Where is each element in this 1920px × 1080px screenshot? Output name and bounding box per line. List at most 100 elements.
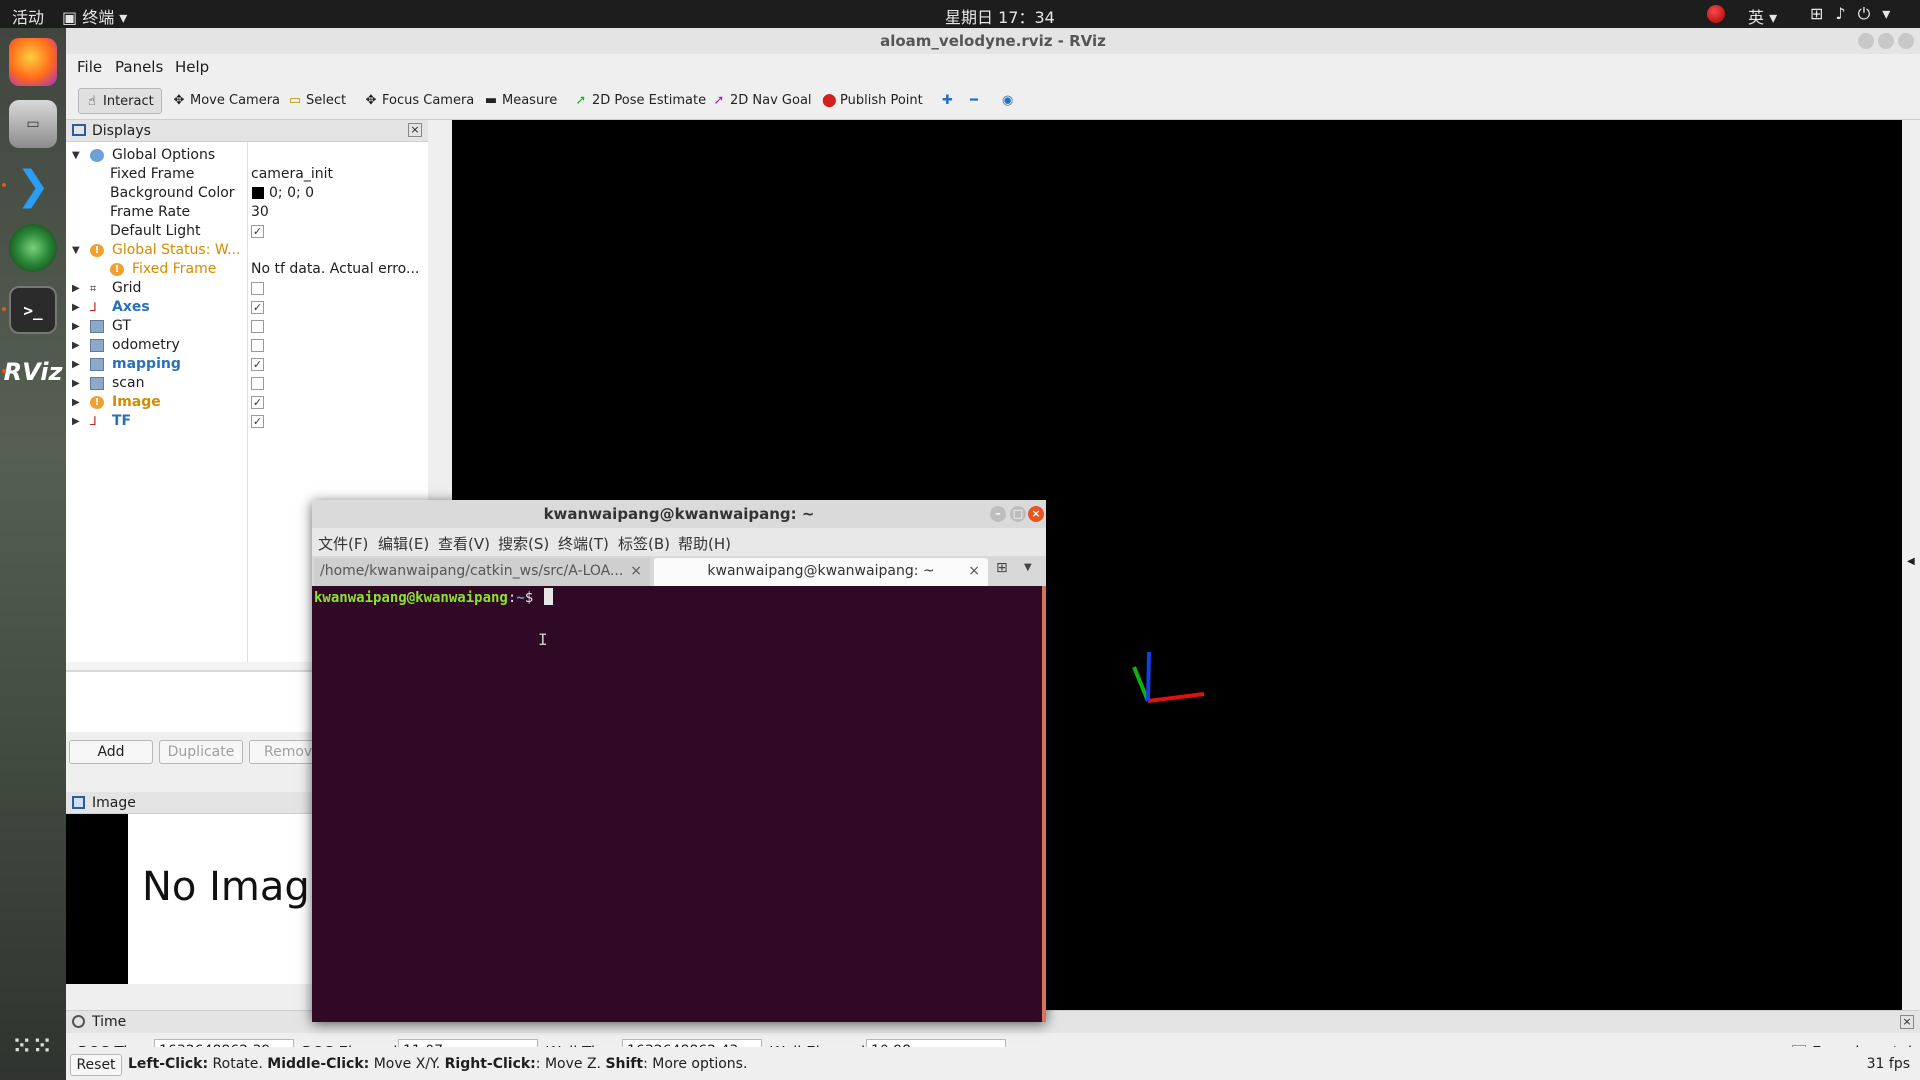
display-checkbox[interactable] bbox=[251, 377, 264, 390]
menu-help[interactable]: Help bbox=[175, 58, 209, 76]
measure-tool[interactable]: ▬ Measure bbox=[478, 88, 563, 114]
activities-button[interactable]: 活动 bbox=[12, 4, 44, 28]
menu-edit[interactable]: 编辑(E) bbox=[378, 533, 429, 554]
tree-row-axes[interactable]: ▶ ⅃ Axes ✓ bbox=[66, 298, 428, 317]
add-tool-icon[interactable]: ✚ bbox=[936, 88, 959, 114]
property-value[interactable]: 30 bbox=[251, 203, 421, 222]
tool-properties-icon[interactable]: ◉ bbox=[996, 88, 1019, 114]
tree-row-scan[interactable]: ▶ scan bbox=[66, 374, 428, 393]
display-checkbox[interactable]: ✓ bbox=[251, 301, 264, 314]
show-applications-icon[interactable]: ⁙⁙ bbox=[9, 1022, 57, 1070]
expand-arrow-icon[interactable]: ▼ bbox=[72, 146, 82, 165]
tree-row-tf[interactable]: ▶ ⅃ TF ✓ bbox=[66, 412, 428, 431]
rviz-titlebar[interactable]: aloam_velodyne.rviz - RViz bbox=[66, 28, 1920, 54]
expand-arrow-icon[interactable]: ▼ bbox=[72, 241, 82, 260]
select-tool[interactable]: ▭ Select bbox=[282, 88, 352, 114]
default-light-checkbox[interactable]: ✓ bbox=[251, 225, 264, 238]
expand-arrow-icon[interactable]: ▶ bbox=[72, 279, 82, 298]
expand-arrow-icon[interactable]: ▶ bbox=[72, 298, 82, 317]
expand-arrow-icon[interactable]: ▶ bbox=[72, 393, 82, 412]
menu-search[interactable]: 搜索(S) bbox=[498, 533, 549, 554]
expand-arrow-icon[interactable]: ▶ bbox=[72, 336, 82, 355]
help-left-click: Left-Click: bbox=[128, 1056, 209, 1072]
tree-row-global-status[interactable]: ▼ ! Global Status: W... bbox=[66, 241, 428, 260]
nav-goal-tool[interactable]: ➚ 2D Nav Goal bbox=[706, 88, 818, 114]
system-status-menu[interactable]: ⊞♪⏻▾ bbox=[1810, 4, 1902, 24]
maximize-icon[interactable]: □ bbox=[1010, 506, 1026, 522]
camera-app-icon[interactable] bbox=[9, 224, 57, 272]
vscode-icon[interactable]: ❯ bbox=[9, 162, 57, 210]
terminal-titlebar[interactable]: kwanwaipang@kwanwaipang: ~ – □ × bbox=[312, 500, 1046, 528]
tree-row-odometry[interactable]: ▶ odometry bbox=[66, 336, 428, 355]
expand-arrow-icon[interactable]: ▶ bbox=[72, 355, 82, 374]
file-manager-icon[interactable]: ▭ bbox=[9, 100, 57, 148]
maximize-icon[interactable] bbox=[1878, 33, 1894, 49]
duplicate-button[interactable]: Duplicate bbox=[159, 740, 243, 764]
tree-row-grid[interactable]: ▶ ⌗ Grid bbox=[66, 279, 428, 298]
y-axis-line bbox=[1132, 666, 1150, 702]
display-checkbox[interactable]: ✓ bbox=[251, 358, 264, 371]
display-checkbox[interactable] bbox=[251, 320, 264, 333]
tab-close-icon[interactable]: × bbox=[968, 558, 980, 584]
close-icon[interactable] bbox=[1898, 33, 1914, 49]
terminal-icon[interactable]: >_ bbox=[9, 286, 57, 334]
rviz-icon[interactable]: RViz bbox=[4, 348, 63, 396]
menu-panels[interactable]: Panels bbox=[115, 58, 163, 76]
menu-file[interactable]: 文件(F) bbox=[318, 533, 368, 554]
close-panel-icon[interactable]: × bbox=[408, 123, 422, 137]
property-value[interactable]: 0; 0; 0 bbox=[269, 184, 439, 203]
menu-help[interactable]: 帮助(H) bbox=[678, 533, 731, 554]
menu-tabs[interactable]: 标签(B) bbox=[618, 533, 670, 554]
terminal-scrollbar[interactable] bbox=[1042, 586, 1046, 1022]
tree-row-image[interactable]: ▶ ! Image ✓ bbox=[66, 393, 428, 412]
tab-close-icon[interactable]: × bbox=[630, 558, 642, 584]
display-checkbox[interactable] bbox=[251, 282, 264, 295]
focus-camera-tool[interactable]: ✥ Focus Camera bbox=[358, 88, 480, 114]
color-swatch[interactable] bbox=[252, 187, 264, 199]
input-method-menu[interactable]: 英 ▾ bbox=[1748, 4, 1777, 28]
tree-row-default-light[interactable]: Default Light ✓ bbox=[66, 222, 428, 241]
new-tab-icon[interactable]: ⊞ bbox=[996, 560, 1008, 576]
expand-arrow-icon[interactable]: ▶ bbox=[72, 317, 82, 336]
menu-file[interactable]: File bbox=[77, 58, 102, 76]
expand-arrow-icon[interactable]: ▶ bbox=[72, 412, 82, 431]
menu-view[interactable]: 查看(V) bbox=[438, 533, 490, 554]
time-panel-title: Time bbox=[92, 1014, 127, 1030]
tree-row-gt[interactable]: ▶ GT bbox=[66, 317, 428, 336]
expand-arrow-icon[interactable]: ▶ bbox=[72, 374, 82, 393]
display-checkbox[interactable] bbox=[251, 339, 264, 352]
tree-label: Global Status: W... bbox=[112, 242, 241, 258]
display-checkbox[interactable]: ✓ bbox=[251, 396, 264, 409]
terminal-tab-1[interactable]: /home/kwanwaipang/catkin_ws/src/A-LOA...… bbox=[314, 558, 650, 586]
add-button[interactable]: Add bbox=[69, 740, 153, 764]
publish-point-tool[interactable]: ⬤ Publish Point bbox=[816, 88, 929, 114]
remove-tool-icon[interactable]: ━ bbox=[964, 88, 984, 114]
tree-row-status-fixed-frame[interactable]: ! Fixed Frame No tf data. Actual erro... bbox=[66, 260, 428, 279]
help-text: : More options. bbox=[643, 1056, 748, 1072]
display-checkbox[interactable]: ✓ bbox=[251, 415, 264, 428]
tree-row-background-color[interactable]: Background Color 0; 0; 0 bbox=[66, 184, 428, 203]
terminal-tab-2[interactable]: kwanwaipang@kwanwaipang: ~ × bbox=[654, 558, 988, 586]
app-menu[interactable]: ▣ 终端 ▾ bbox=[62, 4, 127, 28]
minimize-icon[interactable] bbox=[1858, 33, 1874, 49]
recording-indicator-icon[interactable] bbox=[1707, 5, 1725, 23]
reset-button[interactable]: Reset bbox=[70, 1054, 122, 1076]
collapse-arrow-icon[interactable]: ◀ bbox=[1907, 556, 1915, 567]
tab-menu-icon[interactable]: ▼ bbox=[1024, 562, 1032, 573]
tree-row-global-options[interactable]: ▼ Global Options bbox=[66, 146, 428, 165]
move-camera-tool[interactable]: ✥ Move Camera bbox=[166, 88, 286, 114]
right-panel-collapse-handle[interactable]: ◀ bbox=[1904, 120, 1920, 1010]
menu-terminal[interactable]: 终端(T) bbox=[558, 533, 609, 554]
tree-row-frame-rate[interactable]: Frame Rate 30 bbox=[66, 203, 428, 222]
close-icon[interactable]: × bbox=[1028, 506, 1044, 522]
interact-tool[interactable]: ☝ Interact bbox=[78, 88, 162, 114]
pose-estimate-tool[interactable]: ➚ 2D Pose Estimate bbox=[568, 88, 712, 114]
tree-row-fixed-frame[interactable]: Fixed Frame camera_init bbox=[66, 165, 428, 184]
property-value[interactable]: camera_init bbox=[251, 165, 421, 184]
tree-row-mapping[interactable]: ▶ mapping ✓ bbox=[66, 355, 428, 374]
close-panel-icon[interactable]: × bbox=[1900, 1015, 1914, 1029]
terminal-output[interactable]: kwanwaipang@kwanwaipang:~$ I bbox=[312, 586, 1042, 1022]
minimize-icon[interactable]: – bbox=[990, 506, 1006, 522]
firefox-icon[interactable] bbox=[9, 38, 57, 86]
clock[interactable]: 星期日 17：34 bbox=[945, 4, 1055, 28]
